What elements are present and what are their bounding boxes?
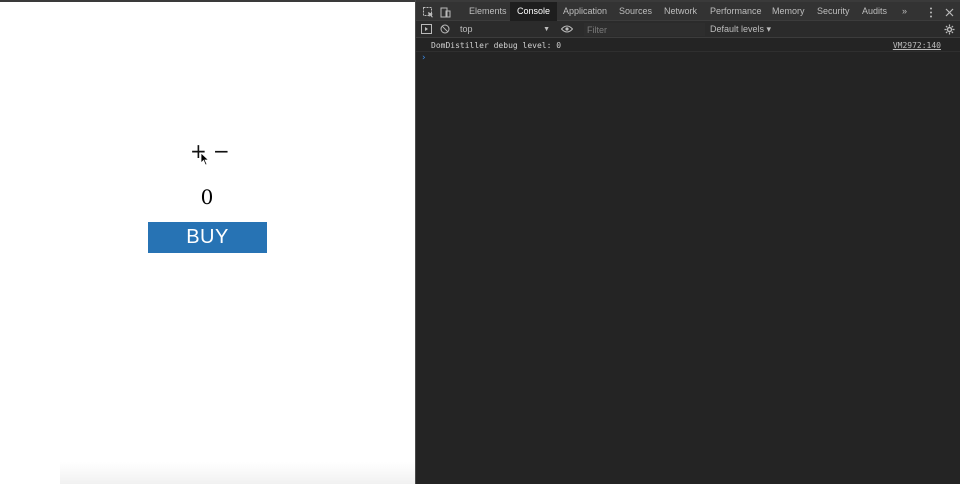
eye-icon[interactable] [560,22,574,36]
page-viewport: + − 0 BUY [0,0,415,484]
console-toolbar: top ▼ Default levels ▾ [416,21,960,38]
tab-security[interactable]: Security [810,2,857,21]
more-tabs-button[interactable]: » [895,2,914,21]
tab-audits[interactable]: Audits [855,2,894,21]
gear-icon[interactable] [942,22,956,36]
mouse-cursor-icon [200,152,210,166]
console-output[interactable]: DomDistiller debug level: 0 VM2972:140 › [416,39,960,484]
log-levels-selector[interactable]: Default levels ▾ [710,23,771,36]
tab-application[interactable]: Application [556,2,614,21]
tab-memory[interactable]: Memory [765,2,812,21]
tab-console[interactable]: Console [510,2,558,21]
quantity-controls: + − [187,140,237,164]
context-selector[interactable]: top ▼ [460,23,552,36]
clear-console-icon[interactable] [438,22,452,36]
console-message: DomDistiller debug level: 0 VM2972:140 [416,39,960,52]
device-toggle-icon[interactable] [438,5,452,19]
close-icon[interactable] [942,5,956,19]
inspect-icon[interactable] [421,5,435,19]
devtools-panel: Elements Console Application Sources Network… [416,0,960,484]
console-prompt[interactable]: › [421,53,426,63]
bottom-shadow [60,462,415,484]
quantity-display: 0 [200,185,214,209]
sidebar-icon[interactable] [419,22,433,36]
buy-button[interactable]: BUY [148,222,267,253]
dropdown-arrow-icon: ▼ [543,26,550,33]
context-value: top [460,24,473,34]
tab-sources[interactable]: Sources [612,2,659,21]
kebab-menu-icon[interactable] [924,5,938,19]
tab-network[interactable]: Network [657,2,704,21]
tab-elements[interactable]: Elements [462,2,514,21]
console-message-text: DomDistiller debug level: 0 [431,41,562,50]
filter-input[interactable] [584,23,705,36]
decrement-button[interactable]: − [213,140,230,162]
tab-performance[interactable]: Performance [703,2,769,21]
devtools-tab-bar: Elements Console Application Sources Network… [416,0,960,21]
console-source-link[interactable]: VM2972:140 [893,39,941,52]
